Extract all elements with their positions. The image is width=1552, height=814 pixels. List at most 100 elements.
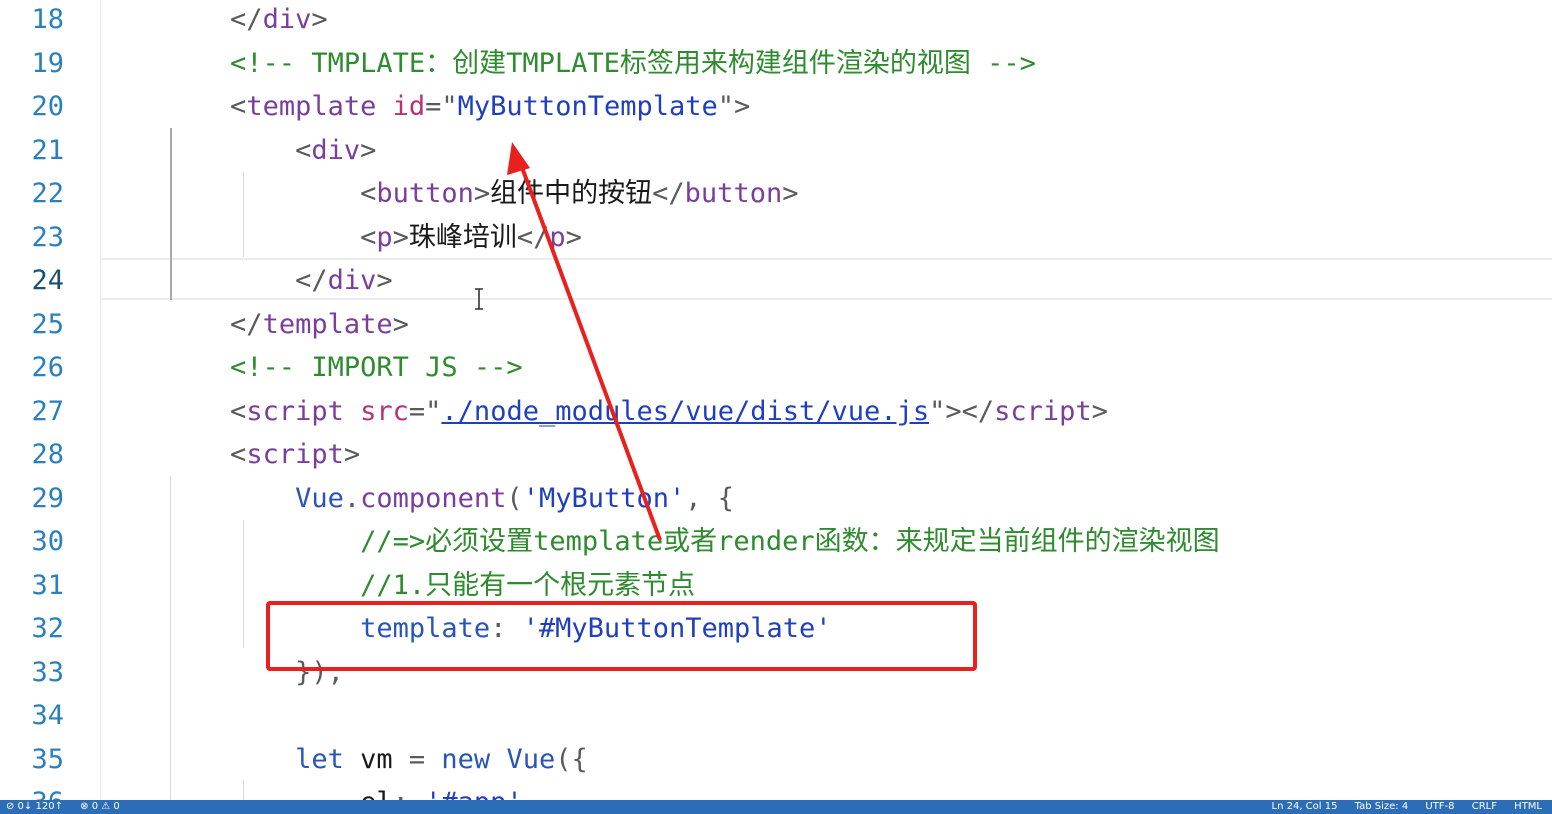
code-token: button	[684, 178, 783, 209]
code-line[interactable]: 30 //=>必须设置template或者render函数：来规定当前组件的渲染…	[0, 520, 1552, 564]
line-number: 25	[31, 308, 64, 340]
code-token: div	[311, 134, 361, 166]
code-token: <	[100, 91, 247, 122]
code-line[interactable]: 22 <button>组件中的按钮</button>	[0, 172, 1552, 216]
code-token: <	[100, 439, 247, 470]
code-line[interactable]: 29 Vue.component('MyButton', {	[0, 477, 1552, 521]
code-token: src	[360, 395, 409, 427]
language-mode[interactable]: HTML	[1514, 801, 1542, 812]
code-line[interactable]: 25 </template>	[0, 303, 1552, 347]
code-token: template	[246, 91, 377, 122]
code-token: //=>必须设置template或者render函数：来规定当前组件的渲染视图	[100, 526, 1220, 557]
code-token: <	[100, 178, 377, 209]
code-token: button	[376, 178, 474, 209]
code-text: <button>组件中的按钮</button>	[100, 172, 798, 216]
code-token: <	[100, 134, 312, 166]
code-token: ({	[555, 743, 588, 775]
line-number: 24	[31, 265, 64, 296]
code-line[interactable]: 36 el: '#app'	[0, 781, 1552, 800]
code-text: <!-- IMPORT JS -->	[100, 346, 523, 390]
sync-status[interactable]: ⊘ 0↓ 120↑	[6, 801, 63, 812]
code-token: "></	[929, 395, 995, 427]
code-token: 组件中的按钮	[490, 178, 653, 209]
code-text: </div>	[100, 0, 328, 42]
code-token: <	[100, 221, 377, 253]
code-token: Vue	[100, 482, 344, 514]
code-token: ./node_modules/vue/dist/vue.js	[441, 395, 930, 427]
code-token: 'MyButton'	[522, 482, 686, 514]
code-token: new	[441, 743, 491, 775]
code-token: ">	[717, 91, 751, 122]
line-number: 32	[31, 613, 64, 644]
status-bar-left[interactable]: ⊘ 0↓ 120↑ ⊗ 0 ⚠ 0	[6, 800, 134, 814]
line-number: 35	[31, 743, 64, 775]
code-token: MyButtonTemplate	[457, 91, 718, 122]
code-token: </	[516, 221, 550, 253]
code-token: let	[100, 743, 344, 775]
code-token: <!-- TMPLATE：创建TMPLATE标签用来构建组件渲染的视图 -->	[100, 47, 1036, 79]
code-text: <script>	[100, 433, 360, 477]
tab-size[interactable]: Tab Size: 4	[1355, 801, 1409, 812]
line-number: 29	[31, 482, 64, 514]
code-editor[interactable]: 18 </div> 19 <!-- TMPLATE：创建TMPLATE标签用来构建…	[0, 0, 1552, 800]
code-token: p	[549, 221, 566, 253]
problems-status[interactable]: ⊗ 0 ⚠ 0	[80, 801, 120, 812]
code-line[interactable]: 27 <script src="./node_modules/vue/dist/…	[0, 390, 1552, 434]
code-token: 珠峰培训	[408, 221, 517, 253]
code-token: //1.只能有一个根元素节点	[100, 569, 696, 601]
code-line[interactable]: 18 </div>	[0, 0, 1552, 42]
code-token: >	[473, 178, 491, 209]
code-line[interactable]: 34	[0, 694, 1552, 738]
code-token: ="	[425, 91, 458, 122]
code-line[interactable]: 20 <template id="MyButtonTemplate">	[0, 85, 1552, 129]
status-bar: ⊘ 0↓ 120↑ ⊗ 0 ⚠ 0 Ln 24, Col 15 Tab Size…	[0, 800, 1552, 814]
code-token: component	[360, 482, 507, 514]
code-token: id	[392, 91, 426, 122]
code-token: <	[100, 395, 247, 427]
code-text: //=>必须设置template或者render函数：来规定当前组件的渲染视图	[100, 520, 1220, 564]
code-text: <!-- TMPLATE：创建TMPLATE标签用来构建组件渲染的视图 -->	[100, 42, 1036, 86]
code-token: </	[100, 4, 263, 35]
code-token: script	[246, 439, 344, 470]
line-number: 20	[31, 91, 64, 122]
code-line[interactable]: 19 <!-- TMPLATE：创建TMPLATE标签用来构建组件渲染的视图 -…	[0, 42, 1552, 86]
text-cursor-icon	[475, 288, 483, 310]
line-number: 30	[31, 526, 64, 557]
encoding[interactable]: UTF-8	[1425, 801, 1454, 812]
code-token: >	[392, 308, 409, 340]
code-text: <script src="./node_modules/vue/dist/vue…	[100, 390, 1108, 434]
code-text: </div>	[100, 259, 393, 303]
code-line[interactable]: 35 let vm = new Vue({	[0, 738, 1552, 782]
line-number: 18	[31, 4, 64, 35]
code-token: >	[1091, 395, 1108, 427]
line-number: 23	[31, 221, 64, 253]
code-line[interactable]: 23 <p>珠峰培训</p>	[0, 216, 1552, 260]
code-line[interactable]: 24 </div>	[0, 259, 1552, 303]
status-bar-right[interactable]: Ln 24, Col 15 Tab Size: 4 UTF-8 CRLF HTM…	[1258, 800, 1543, 814]
cursor-position[interactable]: Ln 24, Col 15	[1272, 801, 1338, 812]
code-token: script	[246, 395, 344, 427]
code-line[interactable]: 21 <div>	[0, 129, 1552, 173]
code-token: vm	[343, 743, 409, 775]
code-token: </	[100, 308, 263, 340]
code-token: (	[506, 482, 523, 514]
code-token: :	[393, 787, 426, 800]
code-text: <template id="MyButtonTemplate">	[100, 85, 750, 129]
line-number: 26	[31, 352, 64, 383]
line-number: 36	[0, 781, 64, 800]
code-text: <p>珠峰培训</p>	[100, 216, 582, 260]
code-token: >	[782, 178, 799, 209]
code-token: script	[994, 395, 1092, 427]
line-ending[interactable]: CRLF	[1472, 801, 1497, 812]
code-token: >	[311, 4, 328, 35]
line-number: 28	[31, 439, 64, 470]
code-text: Vue.component('MyButton', {	[100, 477, 734, 521]
line-number: 21	[31, 134, 64, 166]
code-line[interactable]: 26 <!-- IMPORT JS -->	[0, 346, 1552, 390]
code-token: >	[343, 439, 361, 470]
code-line[interactable]: 28 <script>	[0, 433, 1552, 477]
line-number: 33	[31, 656, 64, 688]
code-token: <!-- IMPORT JS -->	[100, 352, 523, 383]
